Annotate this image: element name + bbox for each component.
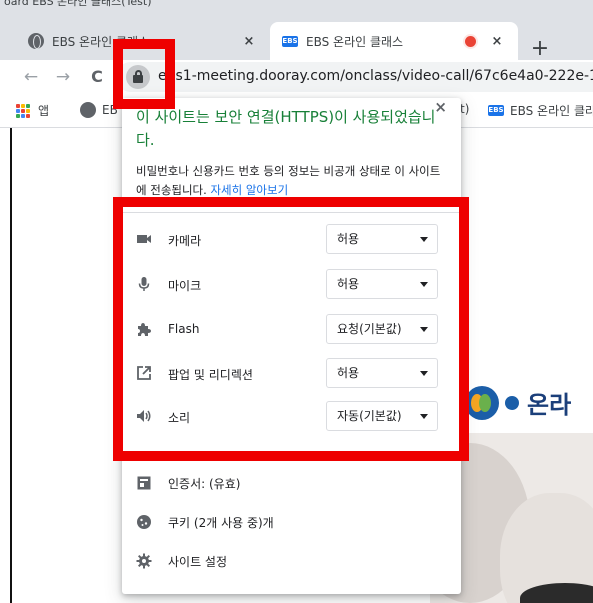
url-text[interactable]: ebs1-meeting.dooray.com/onclass/video-ca… [158,68,593,84]
globe-icon [80,102,96,118]
secure-connection-description: 비밀번호나 신용카드 번호 등의 정보는 비공개 상태로 이 사이트에 전송됩니… [136,162,446,200]
browser-toolbar: ← → C ebs1-meeting.dooray.com/onclass/vi… [0,60,593,94]
bookmark-ebs-online[interactable]: EBS EBS 온라인 클라 [488,102,593,119]
tab-ebs-active[interactable]: EBS EBS 온라인 클래스 × [270,22,518,60]
address-bar[interactable]: ebs1-meeting.dooray.com/onclass/video-ca… [116,62,593,92]
certificate-row[interactable]: 인증서: (유효) [122,468,461,498]
left-frame-border [10,128,12,603]
reload-button[interactable]: C [84,64,110,90]
cookies-row[interactable]: 쿠키 (2개 사용 중)개 [122,507,461,537]
cropped-top-text: oard EBS 온라인 클래스(Test) [4,0,152,8]
back-button[interactable]: ← [18,64,44,90]
bookmark-label: t) [460,102,470,116]
ebs-favicon-icon: EBS [282,35,298,47]
logo-text: 온라 [527,391,572,419]
cookies-label: 쿠키 (2개 사용 중)개 [168,516,274,530]
tab-close-icon[interactable]: × [488,34,506,49]
site-settings-label: 사이트 설정 [168,555,228,569]
tab-strip: EBS 온라인 클래스 × EBS EBS 온라인 클래스 × + [0,16,593,60]
tab-close-icon[interactable]: × [240,34,258,49]
forward-button[interactable]: → [50,64,76,90]
ebs-favicon-icon: EBS [488,105,504,116]
certificate-label: 인증서: (유효) [168,477,241,491]
settings-icon [136,553,152,569]
recording-indicator-icon [465,35,476,47]
bookmark-apps[interactable]: 앱 [16,102,49,119]
globe-icon [28,33,44,49]
close-icon[interactable]: × [434,98,447,116]
tab-title: EBS 온라인 클래스 [306,34,404,49]
site-settings-row[interactable]: 사이트 설정 [122,546,461,576]
new-tab-button[interactable]: + [528,38,552,62]
certificate-icon [137,476,151,490]
cropped-top-strip: oard EBS 온라인 클래스(Test) [0,0,593,16]
onclass-logo: 온라 [465,385,571,420]
logo-dot-icon [505,395,519,410]
secure-connection-title: 이 사이트는 보안 연결(HTTPS)이 사용되었습니다. [136,108,436,149]
permissions-highlight-box [113,197,469,461]
lock-highlight-box [113,39,175,109]
bookmark-label: 앱 [38,104,50,118]
apps-grid-icon [16,103,30,118]
logo-mark-icon [465,385,499,420]
bookmark-cropped[interactable]: t) [460,102,469,116]
cookie-icon [137,515,151,529]
learn-more-link[interactable]: 자세히 알아보기 [210,183,288,197]
bookmark-label: EBS 온라인 클라 [510,104,593,118]
